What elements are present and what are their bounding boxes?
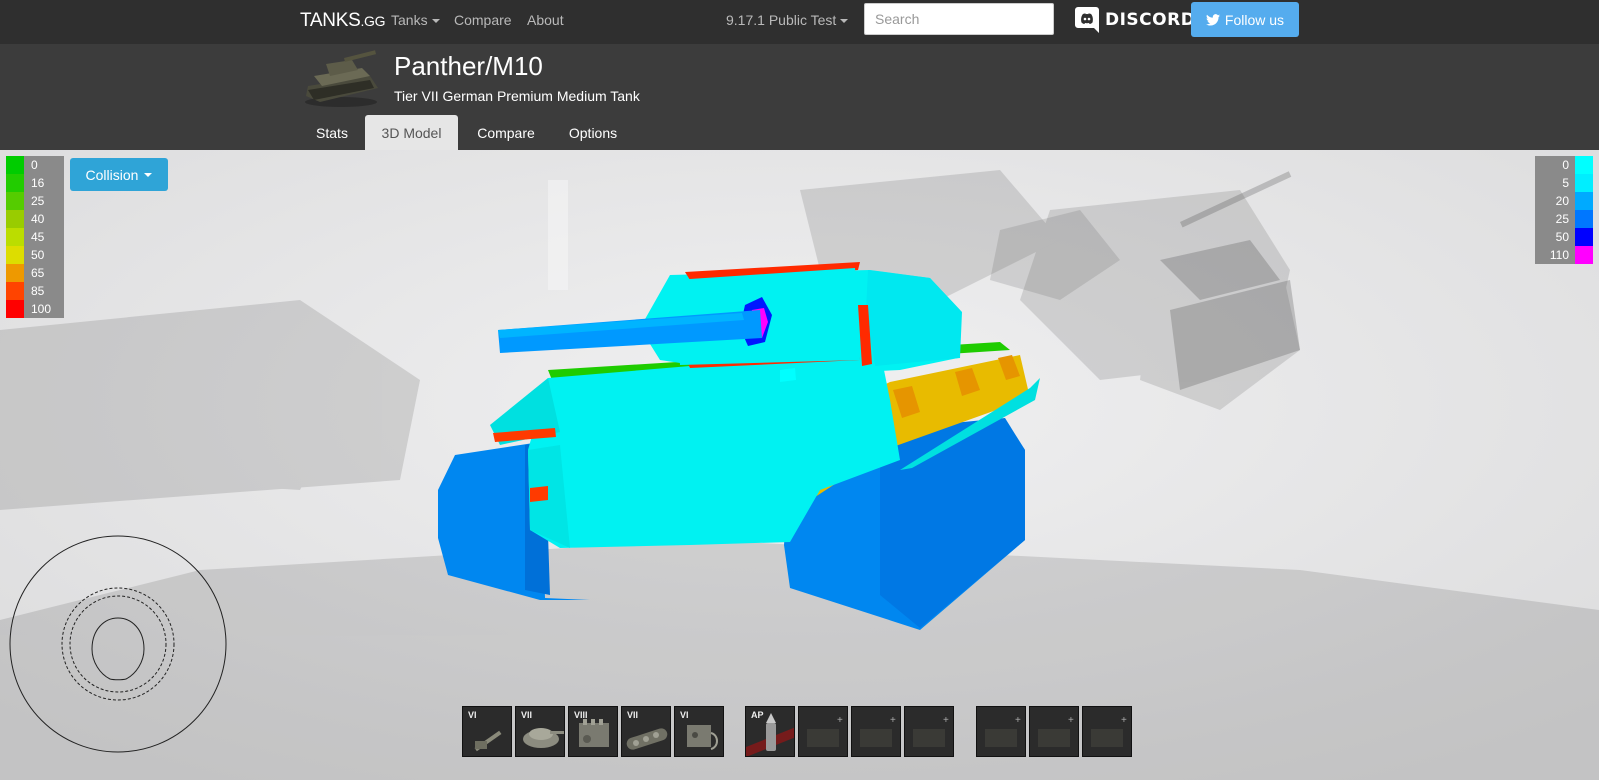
turret-module-icon	[523, 728, 564, 748]
twitter-icon	[1205, 13, 1220, 26]
nav-about[interactable]: About	[527, 12, 564, 28]
tab-compare[interactable]: Compare	[462, 115, 550, 150]
empty-shell-slot[interactable]: +	[798, 706, 848, 757]
ap-shell-icon	[746, 713, 794, 756]
engine-module-slot[interactable]: VIII	[568, 706, 618, 757]
gun-module-slot[interactable]: VI	[462, 706, 512, 757]
legend-row: 110	[1535, 246, 1593, 264]
legend-row: 0	[1535, 156, 1593, 174]
model-viewer[interactable]: 0 16 25 40 45 50 65 85 100 Collision 0 5…	[0, 150, 1599, 783]
legend-row: 45	[6, 228, 64, 246]
armor-legend-right: 0 5 20 25 50 110	[1535, 156, 1593, 264]
turret-module-slot[interactable]: VII	[515, 706, 565, 757]
radio-module-icon	[687, 725, 718, 750]
tank-name: Panther/M10	[394, 51, 543, 81]
empty-equipment-slot[interactable]: +	[1082, 706, 1132, 757]
svg-text:+: +	[837, 715, 843, 726]
discord-icon	[1075, 7, 1099, 33]
empty-slot-icon: +	[860, 715, 896, 747]
collision-dropdown-button[interactable]: Collision	[70, 158, 168, 191]
empty-shell-slot[interactable]: +	[851, 706, 901, 757]
engine-module-icon	[579, 719, 609, 747]
legend-row: 16	[6, 174, 64, 192]
legend-row: 25	[6, 192, 64, 210]
legend-row: 100	[6, 300, 64, 318]
suspension-module-slot[interactable]: VII	[621, 706, 671, 757]
legend-row: 65	[6, 264, 64, 282]
version-label: 9.17.1 Public Test	[726, 12, 837, 28]
legend-row: 25	[1535, 210, 1593, 228]
nav-tanks-label: Tanks	[391, 12, 428, 28]
suspension-module-icon	[626, 728, 668, 750]
tank-thumbnail	[305, 50, 378, 107]
legend-row: 40	[6, 210, 64, 228]
version-dropdown[interactable]: 9.17.1 Public Test	[726, 12, 849, 28]
caret-down-icon	[431, 19, 440, 24]
search-input[interactable]	[864, 3, 1054, 35]
svg-text:+: +	[1068, 715, 1074, 726]
legend-row: 50	[6, 246, 64, 264]
tab-options[interactable]: Options	[553, 115, 633, 150]
empty-slot-icon: +	[913, 715, 949, 747]
empty-slot-icon: +	[1038, 715, 1074, 747]
discord-label: DISCORD	[1105, 10, 1196, 30]
tab-3d-model[interactable]: 3D Model	[365, 115, 458, 150]
empty-slot-icon: +	[1091, 715, 1127, 747]
empty-equipment-slot[interactable]: +	[976, 706, 1026, 757]
empty-equipment-slot[interactable]: +	[1029, 706, 1079, 757]
collision-label: Collision	[85, 166, 139, 183]
ap-shell-slot[interactable]: AP	[745, 706, 795, 757]
tab-stats[interactable]: Stats	[301, 115, 363, 150]
nav-tanks-dropdown[interactable]: Tanks	[391, 12, 440, 28]
armor-legend-left: 0 16 25 40 45 50 65 85 100	[6, 156, 64, 318]
legend-row: 20	[1535, 192, 1593, 210]
svg-text:+: +	[1015, 715, 1021, 726]
nav-compare[interactable]: Compare	[454, 12, 512, 28]
empty-slot-icon: +	[807, 715, 843, 747]
tank-subtitle: Tier VII German Premium Medium Tank	[394, 88, 640, 104]
legend-row: 5	[1535, 174, 1593, 192]
empty-shell-slot[interactable]: +	[904, 706, 954, 757]
svg-text:+: +	[943, 715, 949, 726]
legend-row: 50	[1535, 228, 1593, 246]
tank-collision-model[interactable]	[0, 150, 1599, 783]
discord-link[interactable]: DISCORD	[1075, 7, 1195, 33]
svg-text:+: +	[890, 715, 896, 726]
legend-row: 0	[6, 156, 64, 174]
tank-header: Panther/M10 Tier VII German Premium Medi…	[0, 44, 1599, 150]
legend-row: 85	[6, 282, 64, 300]
empty-slot-icon: +	[985, 715, 1021, 747]
site-logo[interactable]: TANKS.GG	[300, 10, 386, 32]
gun-module-icon	[474, 730, 502, 752]
svg-text:+: +	[1121, 715, 1127, 726]
follow-label: Follow us	[1224, 11, 1285, 28]
caret-down-icon	[840, 19, 849, 24]
caret-down-icon	[144, 172, 153, 177]
radio-module-slot[interactable]: VI	[674, 706, 724, 757]
gun-arc-indicator	[9, 535, 227, 753]
brand-main: TANKS	[300, 10, 361, 31]
brand-suffix: .GG	[360, 13, 386, 29]
top-navbar: TANKS.GG Tanks Compare About 9.17.1 Publ…	[0, 0, 1599, 44]
twitter-follow-button[interactable]: Follow us	[1191, 2, 1299, 37]
